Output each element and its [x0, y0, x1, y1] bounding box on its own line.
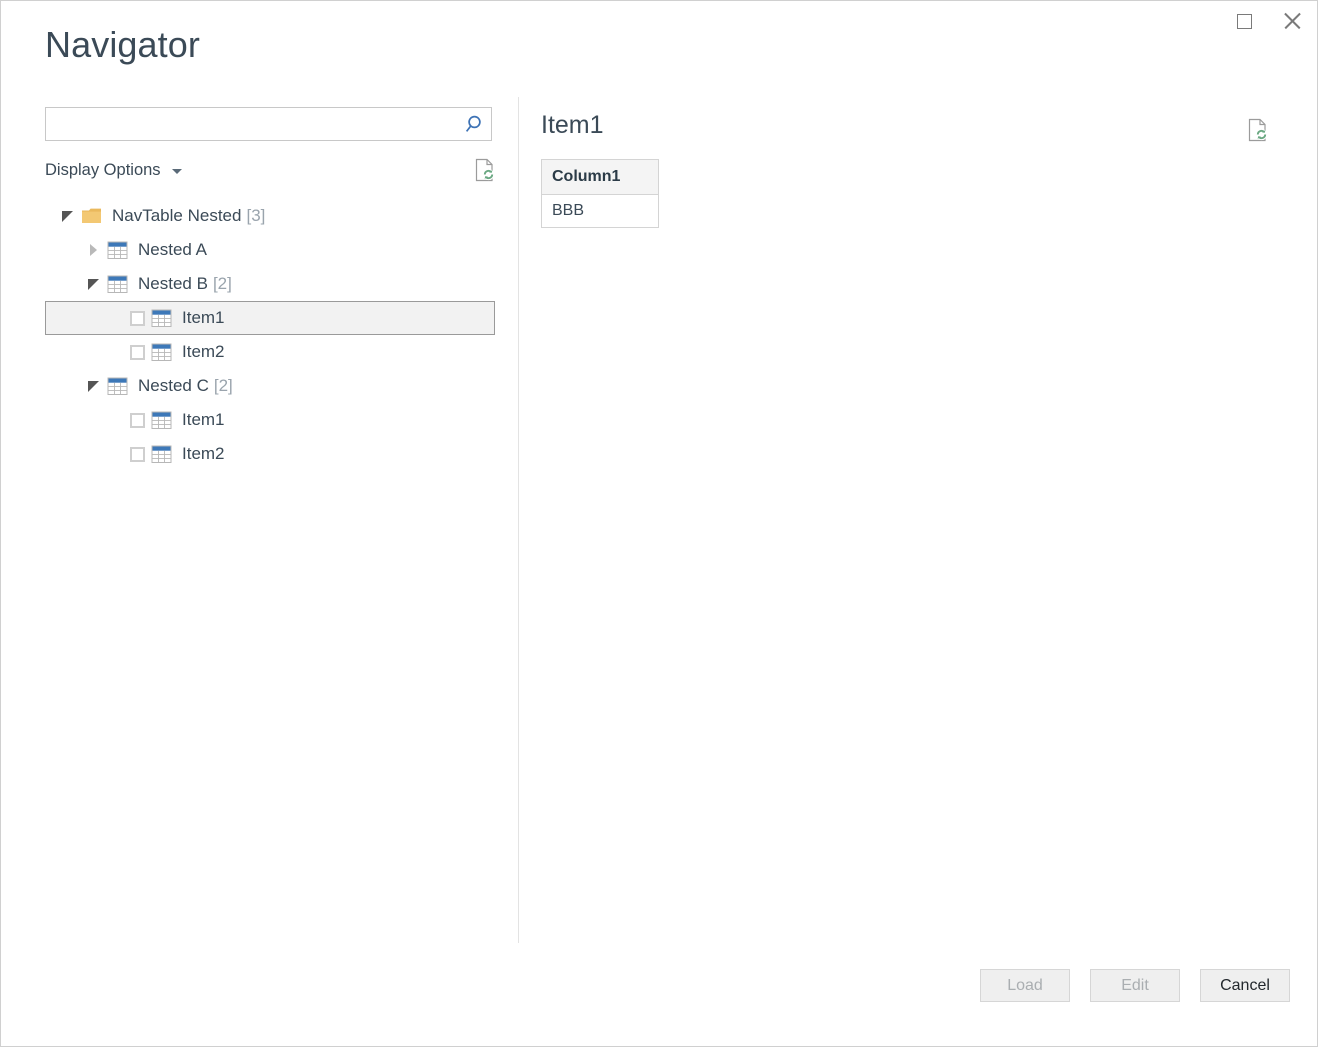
display-options-label: Display Options [45, 161, 161, 180]
table-icon [148, 411, 176, 430]
table-icon [148, 445, 176, 464]
document-refresh-icon [474, 158, 496, 182]
refresh-button-left[interactable] [470, 155, 500, 185]
folder-icon [78, 207, 106, 225]
dialog-footer: Load Edit Cancel [1, 941, 1317, 1046]
preview-title: Item1 [541, 113, 1297, 138]
tree-item-checkbox[interactable] [126, 447, 148, 462]
tree-item-label: Nested C [132, 376, 209, 396]
left-pane: Display Options NavTable Nested[3 [45, 107, 500, 471]
table-icon [107, 275, 129, 294]
close-icon [1283, 12, 1301, 30]
navigator-dialog: Navigator Display Options [0, 0, 1318, 1047]
tree-item-label: NavTable Nested [106, 206, 241, 226]
table-icon [104, 275, 132, 294]
table-icon [104, 241, 132, 260]
expander-expanded-icon[interactable] [82, 267, 104, 301]
checkbox-icon [130, 311, 145, 326]
search-icon[interactable] [457, 108, 491, 140]
display-options-dropdown[interactable]: Display Options [45, 161, 182, 180]
preview-row: BBB [542, 195, 659, 228]
tree-item-navtable-nested[interactable]: NavTable Nested[3] [45, 199, 495, 233]
preview-column-header: Column1 [542, 160, 659, 195]
tree-item-label: Item1 [176, 308, 225, 328]
table-icon [151, 411, 173, 430]
preview-table: Column1 BBB [541, 159, 659, 228]
tree-item-count: [2] [209, 376, 233, 396]
edit-button[interactable]: Edit [1090, 969, 1180, 1002]
preview-header-row: Column1 [542, 160, 659, 195]
tree-item-item2[interactable]: Item2 [45, 335, 495, 369]
search-box[interactable] [45, 107, 492, 141]
expander-spacer [104, 301, 126, 335]
pane-divider [518, 97, 519, 943]
tree-item-item1[interactable]: Item1 [45, 301, 495, 335]
tree-item-checkbox[interactable] [126, 345, 148, 360]
chevron-down-icon [172, 169, 182, 174]
folder-icon [81, 207, 103, 225]
expander-spacer [104, 403, 126, 437]
preview-cell: BBB [542, 195, 659, 228]
display-options-row: Display Options [45, 157, 492, 183]
preview-body: BBB [542, 195, 659, 228]
page-title: Navigator [45, 27, 200, 63]
checkbox-icon [130, 345, 145, 360]
expander-spacer [104, 335, 126, 369]
checkbox-icon [130, 413, 145, 428]
tree-item-count: [2] [208, 274, 232, 294]
table-icon [107, 241, 129, 260]
tree-item-nested-a[interactable]: Nested A [45, 233, 495, 267]
tree-item-item1[interactable]: Item1 [45, 403, 495, 437]
tree-item-label: Item2 [176, 342, 225, 362]
search-icon-glyph [463, 113, 485, 135]
expander-spacer [104, 437, 126, 471]
refresh-button-right[interactable] [1243, 115, 1273, 145]
cancel-button[interactable]: Cancel [1200, 969, 1290, 1002]
table-icon [148, 309, 176, 328]
preview-pane: Item1 Column1 BBB [541, 107, 1297, 228]
tree-item-nested-c[interactable]: Nested C[2] [45, 369, 495, 403]
maximize-button[interactable] [1221, 1, 1267, 41]
expander-collapsed-icon[interactable] [82, 233, 104, 267]
maximize-icon [1237, 14, 1252, 29]
tree-item-label: Item1 [176, 410, 225, 430]
tree-item-item2[interactable]: Item2 [45, 437, 495, 471]
table-icon [151, 445, 173, 464]
expander-expanded-icon[interactable] [82, 369, 104, 403]
close-button[interactable] [1269, 1, 1315, 41]
navigation-tree[interactable]: NavTable Nested[3]Nested ANested B[2]Ite… [45, 199, 495, 471]
document-refresh-icon [1247, 118, 1269, 142]
checkbox-icon [130, 447, 145, 462]
tree-item-label: Nested A [132, 240, 207, 260]
tree-item-checkbox[interactable] [126, 413, 148, 428]
search-input[interactable] [46, 109, 457, 139]
table-icon [151, 343, 173, 362]
expander-expanded-icon[interactable] [56, 199, 78, 233]
load-button[interactable]: Load [980, 969, 1070, 1002]
tree-item-nested-b[interactable]: Nested B[2] [45, 267, 495, 301]
tree-item-checkbox[interactable] [126, 311, 148, 326]
table-icon [148, 343, 176, 362]
tree-item-label: Item2 [176, 444, 225, 464]
table-icon [151, 309, 173, 328]
tree-item-count: [3] [241, 206, 265, 226]
table-icon [107, 377, 129, 396]
tree-item-label: Nested B [132, 274, 208, 294]
table-icon [104, 377, 132, 396]
